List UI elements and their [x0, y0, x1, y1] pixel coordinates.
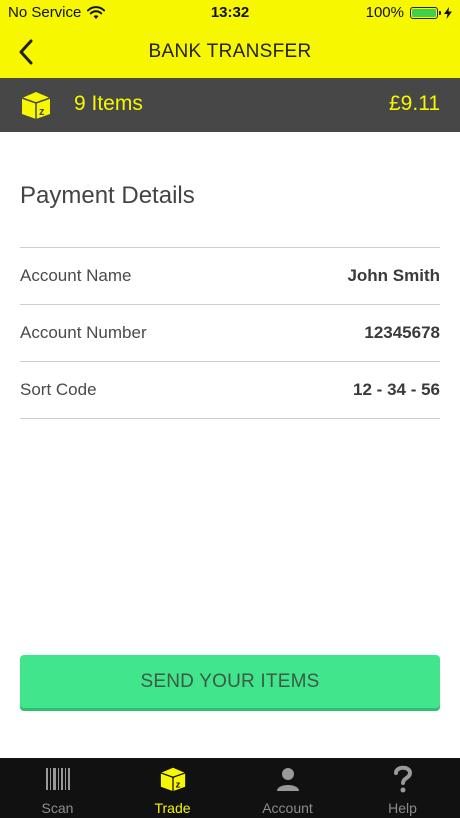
person-icon	[273, 764, 303, 794]
sort-code-label: Sort Code	[20, 380, 97, 399]
account-name-row: Account Name John Smith	[20, 248, 440, 305]
page-title: BANK TRANSFER	[148, 41, 312, 62]
basket-summary: z 9 Items £9.11	[0, 78, 460, 132]
tab-scan[interactable]: Scan	[0, 758, 115, 818]
section-title: Payment Details	[20, 182, 195, 209]
account-number-row: Account Number 12345678	[20, 305, 440, 362]
main-content: Payment Details Account Name John Smith …	[0, 132, 460, 758]
sort-code-row: Sort Code 12 - 34 - 56	[20, 362, 440, 419]
battery-icon	[410, 6, 441, 19]
tab-account[interactable]: Account	[230, 758, 345, 818]
items-total: £9.11	[389, 92, 440, 115]
status-right: 100%	[366, 4, 452, 21]
account-name-value: John Smith	[347, 266, 440, 285]
tab-bar: Scan z Trade Account Help	[0, 758, 460, 818]
charging-icon	[444, 6, 452, 19]
tab-label: Scan	[41, 800, 74, 816]
tab-label: Account	[262, 800, 313, 816]
account-number-label: Account Number	[20, 323, 147, 342]
box-icon: z	[158, 764, 188, 794]
svg-text:z: z	[39, 106, 45, 118]
payment-details-list: Account Name John Smith Account Number 1…	[20, 247, 440, 419]
back-button[interactable]	[8, 34, 44, 70]
chevron-left-icon	[19, 39, 33, 65]
barcode-icon	[43, 764, 73, 794]
account-number-value: 12345678	[364, 323, 440, 342]
tab-trade[interactable]: z Trade	[115, 758, 230, 818]
account-name-label: Account Name	[20, 266, 132, 285]
svg-text:z: z	[175, 780, 180, 791]
question-icon	[388, 764, 418, 794]
box-icon: z	[21, 92, 51, 119]
status-bar: No Service 13:32 100%	[0, 0, 460, 26]
tab-label: Trade	[154, 800, 191, 816]
sort-code-value: 12 - 34 - 56	[353, 380, 440, 399]
send-items-button[interactable]: SEND YOUR ITEMS	[20, 655, 440, 708]
items-count: 9 Items	[74, 92, 143, 115]
navigation-bar: BANK TRANSFER	[0, 26, 460, 78]
tab-help[interactable]: Help	[345, 758, 460, 818]
tab-label: Help	[388, 800, 417, 816]
battery-percent: 100%	[365, 4, 404, 21]
